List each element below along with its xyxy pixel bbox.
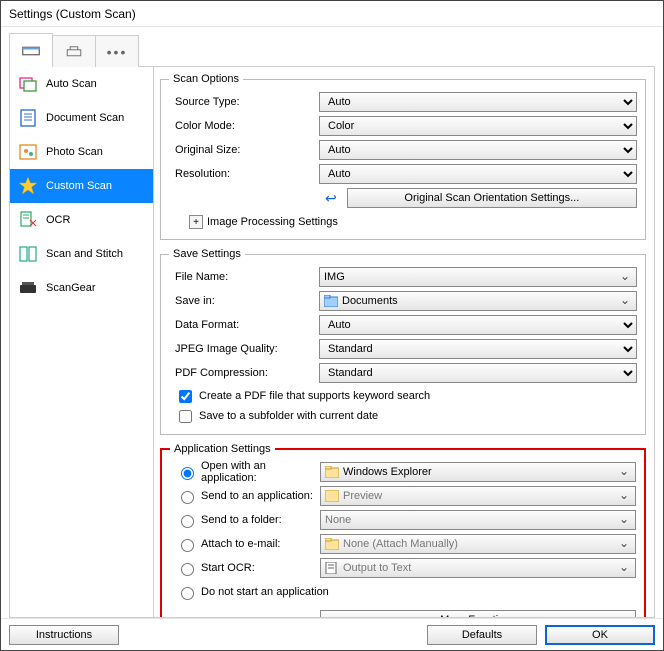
sidebar-item-scan-stitch[interactable]: Scan and Stitch xyxy=(10,237,153,271)
printer-icon xyxy=(65,45,83,59)
pdf-compression-select[interactable]: Standard xyxy=(319,363,637,383)
save-settings-group: Save Settings File Name: IMG Save in: Do… xyxy=(160,248,646,435)
attach-email-select[interactable]: None (Attach Manually) xyxy=(320,534,636,554)
application-settings-group: Application Settings Open with an applic… xyxy=(160,443,646,617)
data-format-label: Data Format: xyxy=(169,319,319,331)
open-with-app-label: Open with an application: xyxy=(201,460,320,484)
send-to-folder-label: Send to a folder: xyxy=(201,514,282,526)
file-name-combo[interactable]: IMG xyxy=(319,267,637,287)
defaults-button[interactable]: Defaults xyxy=(427,625,537,645)
send-to-folder-select[interactable]: None xyxy=(320,510,636,530)
save-in-label: Save in: xyxy=(169,295,319,307)
save-settings-legend: Save Settings xyxy=(169,248,245,260)
sidebar-item-ocr[interactable]: OCR xyxy=(10,203,153,237)
attach-email-radio[interactable] xyxy=(181,539,194,552)
jpeg-quality-select[interactable]: Standard xyxy=(319,339,637,359)
sidebar-item-label: Photo Scan xyxy=(46,146,103,158)
orientation-settings-button[interactable]: Original Scan Orientation Settings... xyxy=(347,188,637,208)
settings-window: Settings (Custom Scan) ••• Auto Scan Doc… xyxy=(0,0,664,651)
sidebar-item-label: ScanGear xyxy=(46,282,96,294)
sidebar-item-label: Custom Scan xyxy=(46,180,112,192)
sidebar-item-label: OCR xyxy=(46,214,70,226)
document-scan-icon xyxy=(18,108,38,128)
data-format-select[interactable]: Auto xyxy=(319,315,637,335)
sidebar-item-custom-scan[interactable]: Custom Scan xyxy=(10,169,153,203)
send-to-app-label: Send to an application: xyxy=(201,490,313,502)
footer-bar: Instructions Defaults OK xyxy=(1,618,663,650)
send-to-app-select[interactable]: Preview xyxy=(320,486,636,506)
source-type-select[interactable]: Auto xyxy=(319,92,637,112)
tab-printer[interactable] xyxy=(52,35,96,67)
ocr-icon xyxy=(18,210,38,230)
sidebar-item-scangear[interactable]: ScanGear xyxy=(10,271,153,305)
save-subfolder-checkbox[interactable] xyxy=(179,410,192,423)
custom-scan-icon xyxy=(18,176,38,196)
photo-scan-icon xyxy=(18,142,38,162)
image-processing-label: Image Processing Settings xyxy=(207,216,338,228)
ok-button[interactable]: OK xyxy=(545,625,655,645)
resolution-label: Resolution: xyxy=(169,168,319,180)
pdf-compression-label: PDF Compression: xyxy=(169,367,319,379)
jpeg-quality-label: JPEG Image Quality: xyxy=(169,343,319,355)
tab-bar: ••• xyxy=(9,33,655,67)
sidebar-item-photo-scan[interactable]: Photo Scan xyxy=(10,135,153,169)
save-in-select[interactable]: Documents xyxy=(319,291,637,311)
scanner-icon xyxy=(22,44,40,58)
open-with-app-radio[interactable] xyxy=(181,467,194,480)
expand-image-processing-button[interactable]: + xyxy=(189,215,203,229)
windows-explorer-icon xyxy=(325,466,339,478)
source-type-label: Source Type: xyxy=(169,96,319,108)
scangear-icon xyxy=(18,278,38,298)
start-ocr-radio[interactable] xyxy=(181,563,194,576)
preview-icon xyxy=(325,490,339,502)
sidebar-item-auto-scan[interactable]: Auto Scan xyxy=(10,67,153,101)
resolution-select[interactable]: Auto xyxy=(319,164,637,184)
sidebar-item-document-scan[interactable]: Document Scan xyxy=(10,101,153,135)
open-with-app-select[interactable]: Windows Explorer xyxy=(320,462,636,482)
scan-options-legend: Scan Options xyxy=(169,73,243,85)
send-to-app-radio[interactable] xyxy=(181,491,194,504)
sidebar-item-label: Scan and Stitch xyxy=(46,248,123,260)
window-title: Settings (Custom Scan) xyxy=(1,1,663,27)
do-not-start-label: Do not start an application xyxy=(201,586,329,598)
application-settings-legend: Application Settings xyxy=(170,443,275,455)
scan-stitch-icon xyxy=(18,244,38,264)
documents-folder-icon xyxy=(324,295,338,307)
tab-more[interactable]: ••• xyxy=(95,35,139,67)
scan-options-group: Scan Options Source Type: Auto Color Mod… xyxy=(160,73,646,240)
original-size-select[interactable]: Auto xyxy=(319,140,637,160)
save-subfolder-label: Save to a subfolder with current date xyxy=(199,410,378,422)
pdf-keyword-search-label: Create a PDF file that supports keyword … xyxy=(199,390,430,402)
color-mode-label: Color Mode: xyxy=(169,120,319,132)
main-panel: Scan Options Source Type: Auto Color Mod… xyxy=(154,67,654,617)
file-name-label: File Name: xyxy=(169,271,319,283)
sidebar-item-label: Auto Scan xyxy=(46,78,97,90)
content-area: Auto Scan Document Scan Photo Scan Custo… xyxy=(9,67,655,618)
more-functions-button[interactable]: More Functions xyxy=(320,610,636,617)
start-ocr-label: Start OCR: xyxy=(201,562,255,574)
sidebar: Auto Scan Document Scan Photo Scan Custo… xyxy=(10,67,154,617)
do-not-start-radio[interactable] xyxy=(181,587,194,600)
auto-scan-icon xyxy=(18,74,38,94)
output-text-icon xyxy=(325,562,339,574)
original-size-label: Original Size: xyxy=(169,144,319,156)
orientation-arrow-icon: ↩︎ xyxy=(325,190,337,207)
instructions-button[interactable]: Instructions xyxy=(9,625,119,645)
color-mode-select[interactable]: Color xyxy=(319,116,637,136)
send-to-folder-radio[interactable] xyxy=(181,515,194,528)
sidebar-item-label: Document Scan xyxy=(46,112,124,124)
window-body: ••• Auto Scan Document Scan Photo Scan xyxy=(1,27,663,618)
pdf-keyword-search-checkbox[interactable] xyxy=(179,390,192,403)
start-ocr-select[interactable]: Output to Text xyxy=(320,558,636,578)
dots-icon: ••• xyxy=(107,44,128,60)
tab-scanner[interactable] xyxy=(9,33,53,67)
folder-icon xyxy=(325,538,339,550)
attach-email-label: Attach to e-mail: xyxy=(201,538,280,550)
